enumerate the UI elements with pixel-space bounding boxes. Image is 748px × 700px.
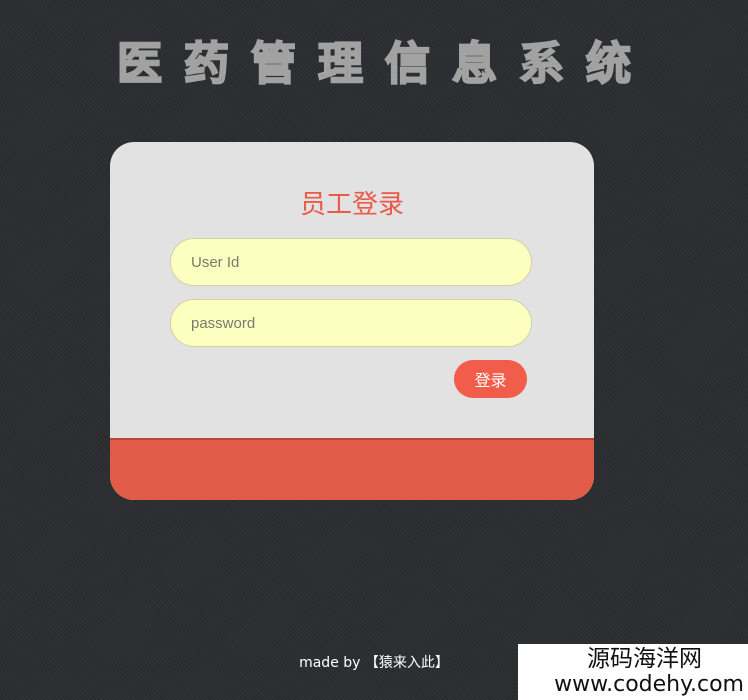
login-title: 员工登录 xyxy=(299,190,404,220)
login-button[interactable]: 登录 xyxy=(454,360,527,398)
password-input[interactable] xyxy=(170,299,532,347)
card-footer-band xyxy=(110,438,594,500)
page-title: 医药管理信息系统 xyxy=(116,36,653,91)
watermark-site-name: 源码海洋网 xyxy=(587,646,702,672)
user-id-input[interactable] xyxy=(170,238,532,286)
login-card: 员工登录 登录 xyxy=(110,142,594,500)
watermark-url: www.codehy.com xyxy=(554,672,744,697)
watermark: 源码海洋网 www.codehy.com xyxy=(518,644,748,700)
